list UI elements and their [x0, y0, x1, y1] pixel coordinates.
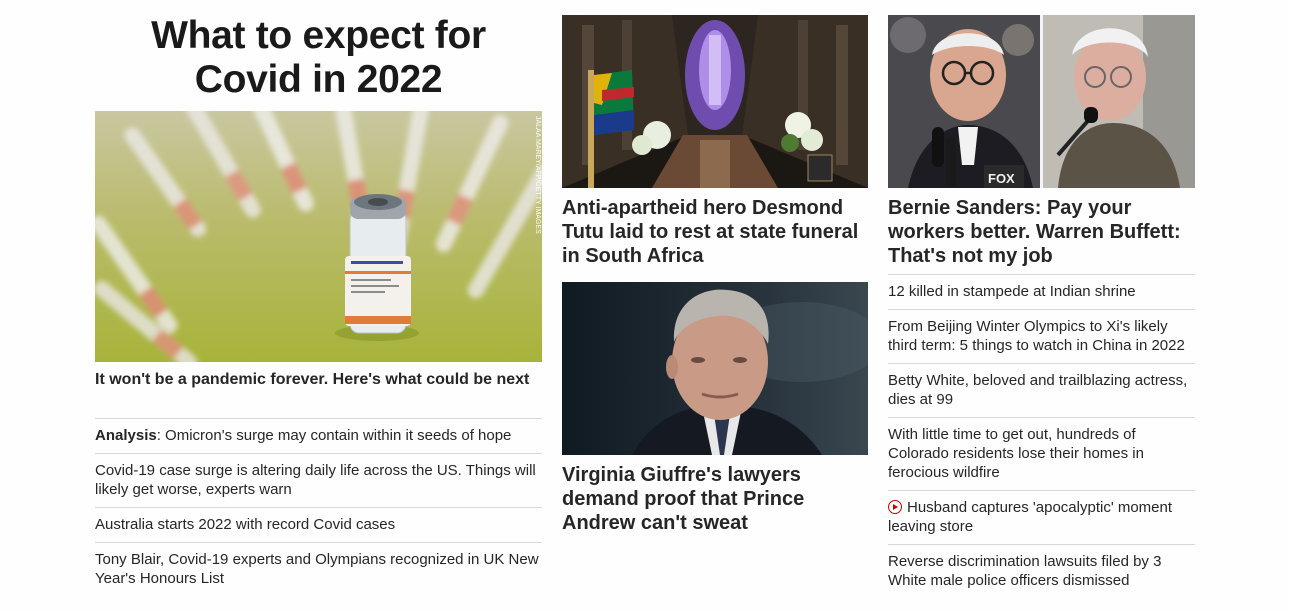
- sanders-buffett-card[interactable]: FOX Bernie Sanders: Pay your workers bet…: [888, 15, 1195, 268]
- hero-caption-link[interactable]: It won't be a pandemic forever. Here's w…: [95, 370, 542, 390]
- portrait-illustration: [562, 282, 868, 455]
- list-item[interactable]: Tony Blair, Covid-19 experts and Olympia…: [95, 542, 542, 596]
- video-play-icon: [888, 500, 902, 514]
- andrew-card[interactable]: Virginia Giuffre's lawyers demand proof …: [562, 282, 868, 535]
- lead-headline-line1[interactable]: What to expect for: [151, 14, 486, 57]
- lead-related-list: Analysis: Omicron's surge may contain wi…: [95, 418, 542, 596]
- list-item[interactable]: From Beijing Winter Olympics to Xi's lik…: [888, 309, 1195, 363]
- vaccine-vial-image[interactable]: JALAA MAREY/AFP/GETTY IMAGES: [95, 111, 542, 362]
- list-item[interactable]: Analysis: Omicron's surge may contain wi…: [95, 418, 542, 453]
- split-portrait-illustration: FOX: [888, 15, 1195, 188]
- lead-headline-line2[interactable]: Covid in 2022: [195, 58, 443, 101]
- list-item[interactable]: With little time to get out, hundreds of…: [888, 417, 1195, 490]
- list-item[interactable]: Covid-19 case surge is altering daily li…: [95, 453, 542, 507]
- sanders-headline[interactable]: Bernie Sanders: Pay your workers better.…: [888, 196, 1195, 268]
- list-item[interactable]: 12 killed in stampede at Indian shrine: [888, 274, 1195, 309]
- prince-andrew-image[interactable]: [562, 282, 868, 455]
- vaccine-vial-illustration: JALAA MAREY/AFP/GETTY IMAGES: [95, 111, 542, 362]
- right-headlines-list: 12 killed in stampede at Indian shrine F…: [888, 274, 1195, 598]
- tutu-card[interactable]: Anti-apartheid hero Desmond Tutu laid to…: [562, 15, 868, 268]
- cathedral-illustration: [562, 15, 868, 188]
- sanders-buffett-image[interactable]: FOX: [888, 15, 1195, 188]
- list-item[interactable]: Husband captures 'apocalyptic' moment le…: [888, 490, 1195, 544]
- andrew-headline[interactable]: Virginia Giuffre's lawyers demand proof …: [562, 463, 868, 535]
- list-item[interactable]: Reverse discrimination lawsuits filed by…: [888, 544, 1195, 598]
- photo-credit: JALAA MAREY/AFP/GETTY IMAGES: [534, 116, 541, 234]
- cathedral-image[interactable]: [562, 15, 868, 188]
- tutu-headline[interactable]: Anti-apartheid hero Desmond Tutu laid to…: [562, 196, 868, 268]
- list-item[interactable]: Betty White, beloved and trailblazing ac…: [888, 363, 1195, 417]
- right-column: FOX Bernie Sanders: Pay your workers bet…: [888, 15, 1195, 589]
- middle-column: Anti-apartheid hero Desmond Tutu laid to…: [562, 15, 868, 534]
- lead-story-column: What to expect for Covid in 2022 JALAA M…: [95, 12, 542, 587]
- mic-flag-label: FOX: [988, 171, 1015, 186]
- lead-headline[interactable]: What to expect for Covid in 2022: [95, 12, 542, 102]
- analysis-label: Analysis: [95, 427, 157, 444]
- list-item[interactable]: Australia starts 2022 with record Covid …: [95, 507, 542, 542]
